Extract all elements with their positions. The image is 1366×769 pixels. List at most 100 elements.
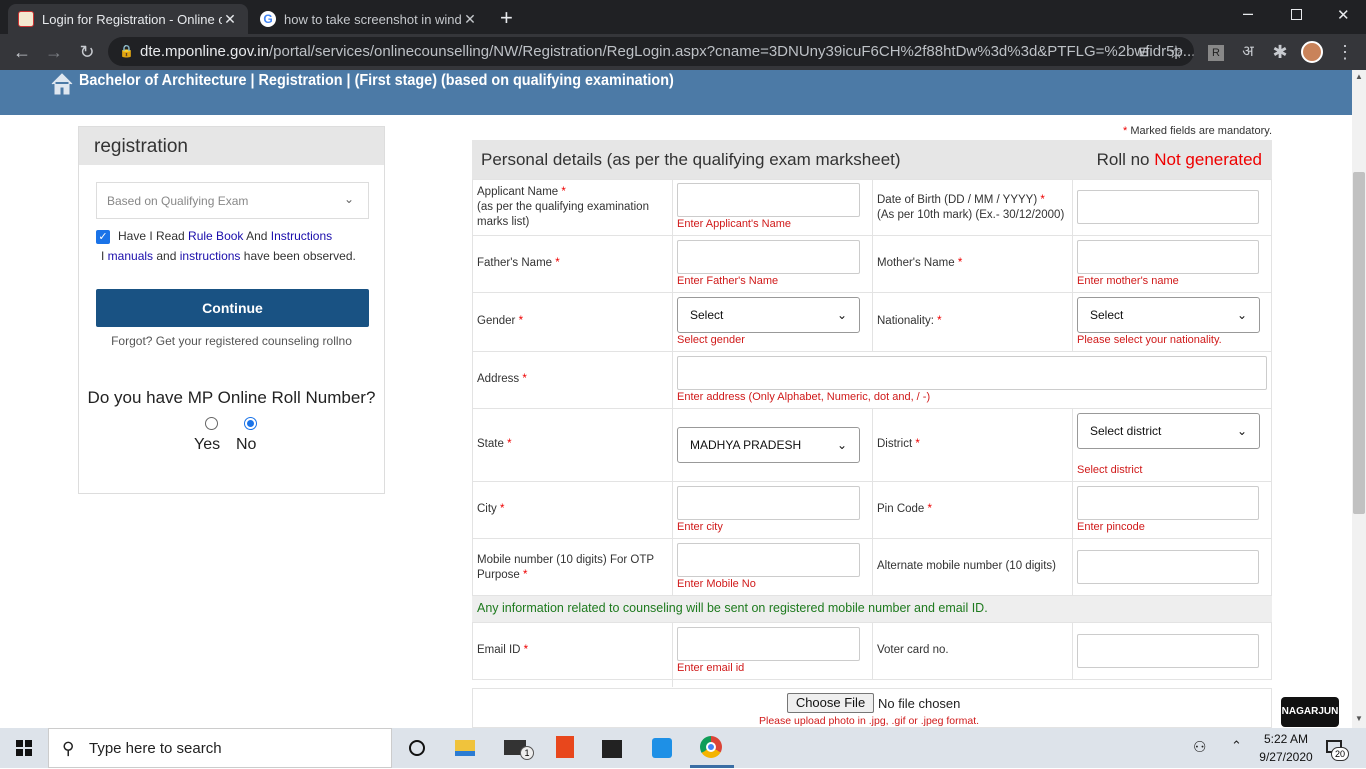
- continue-button[interactable]: Continue: [96, 289, 369, 327]
- row-divider: [472, 351, 1272, 352]
- row-divider: [472, 481, 1272, 482]
- office-icon[interactable]: [553, 736, 577, 760]
- district-label: District *: [877, 438, 920, 450]
- state-value: MADHYA PRADESH: [690, 438, 802, 452]
- forgot-rollno-link[interactable]: Forgot? Get your registered counseling r…: [79, 334, 384, 348]
- email-input[interactable]: [677, 627, 860, 661]
- qualifying-exam-select[interactable]: Based on Qualifying Exam ⌄: [96, 182, 369, 219]
- close-tab-icon[interactable]: ✕: [462, 11, 478, 28]
- mobile-input[interactable]: [677, 543, 860, 577]
- registration-heading: registration: [79, 127, 384, 165]
- menu-kebab-icon[interactable]: ⋮: [1333, 40, 1357, 64]
- applicant-sub: (as per the qualifying examination marks…: [477, 201, 649, 228]
- registration-panel: registration Based on Qualifying Exam ⌄ …: [78, 126, 385, 494]
- profile-avatar[interactable]: [1301, 41, 1323, 63]
- row-divider: [472, 408, 1272, 409]
- store-icon[interactable]: [602, 736, 626, 760]
- email-label: Email ID *: [477, 644, 528, 656]
- scrollbar-thumb[interactable]: [1353, 172, 1365, 514]
- camera-app-icon[interactable]: [652, 736, 676, 760]
- nationality-label: Nationality: *: [877, 315, 942, 327]
- puzzle-extensions-icon[interactable]: ✱: [1268, 40, 1292, 64]
- personal-details-header: Personal details (as per the qualifying …: [472, 140, 1272, 179]
- tray-chevron-up-icon[interactable]: ⌃: [1231, 738, 1242, 754]
- tab-title: Login for Registration - Online of: [42, 11, 222, 27]
- windows-start-icon[interactable]: [16, 740, 32, 756]
- tab-screenshot-search[interactable]: G how to take screenshot in windo ✕: [250, 4, 488, 34]
- applicant-name-label: Applicant Name * (as per the qualifying e…: [477, 185, 667, 230]
- choose-file-button[interactable]: Choose File: [787, 693, 874, 713]
- city-label-text: City: [477, 503, 497, 515]
- scroll-up-arrow-icon[interactable]: ▲: [1355, 72, 1363, 81]
- voter-card-input[interactable]: [1077, 634, 1259, 668]
- city-input[interactable]: [677, 486, 860, 520]
- section-title: Personal details (as per the qualifying …: [481, 150, 901, 169]
- search-icon: ⚲: [62, 739, 75, 758]
- nationality-select[interactable]: Select ⌄: [1077, 297, 1260, 333]
- close-tab-icon[interactable]: ✕: [222, 11, 238, 28]
- translate-icon[interactable]: ⊟: [1132, 40, 1156, 64]
- minimize-window-icon[interactable]: –: [1243, 3, 1253, 24]
- extension-icon[interactable]: R: [1204, 40, 1228, 64]
- dob-label-text: Date of Birth (DD / MM / YYYY): [877, 194, 1038, 206]
- new-tab-icon[interactable]: +: [500, 5, 513, 31]
- required-star: *: [522, 373, 527, 385]
- close-window-icon[interactable]: ✕: [1337, 6, 1350, 24]
- clock[interactable]: 5:22 AM 9/27/2020: [1254, 730, 1318, 766]
- address-label: Address *: [477, 373, 527, 385]
- bookmark-star-icon[interactable]: ☆: [1164, 40, 1188, 64]
- rule-book-link[interactable]: Rule Book: [188, 229, 243, 243]
- required-star: *: [927, 503, 932, 515]
- father-name-input[interactable]: [677, 240, 860, 274]
- yes-radio[interactable]: [205, 417, 218, 430]
- district-select[interactable]: Select district ⌄: [1077, 413, 1260, 449]
- mother-name-input[interactable]: [1077, 240, 1259, 274]
- no-file-chosen-text: No file chosen: [878, 696, 961, 711]
- people-icon[interactable]: ⚇: [1193, 738, 1206, 756]
- taskbar-search-box[interactable]: ⚲ Type here to search: [48, 728, 392, 768]
- address-label-text: Address: [477, 373, 520, 385]
- required-star: *: [957, 257, 963, 269]
- applicant-name-input[interactable]: [677, 183, 860, 217]
- email-error: Enter email id: [677, 662, 745, 674]
- tab-login-registration[interactable]: Login for Registration - Online of ✕: [8, 4, 248, 34]
- cortana-icon[interactable]: [405, 736, 429, 760]
- address-bar[interactable]: 🔒 dte.mponline.gov.in/portal/services/on…: [108, 37, 1194, 66]
- file-explorer-icon[interactable]: [455, 736, 479, 760]
- father-name-error: Enter Father's Name: [677, 275, 779, 287]
- reload-icon[interactable]: ↻: [75, 40, 99, 64]
- home-icon[interactable]: [50, 72, 74, 96]
- pin-code-error: Enter pincode: [1077, 521, 1145, 533]
- col-divider: [1072, 179, 1073, 351]
- address-input[interactable]: [677, 356, 1267, 390]
- dob-label: Date of Birth (DD / MM / YYYY) * (As per …: [877, 193, 1067, 223]
- mail-icon[interactable]: 1: [504, 736, 534, 760]
- manuals-link[interactable]: manuals: [108, 249, 153, 263]
- scroll-down-arrow-icon[interactable]: ▼: [1355, 714, 1363, 723]
- dob-input[interactable]: [1077, 190, 1259, 224]
- agree-checkbox[interactable]: ✓: [96, 230, 110, 244]
- alt-mobile-input[interactable]: [1077, 550, 1259, 584]
- instructions2-link[interactable]: instructions: [180, 249, 241, 263]
- restore-window-icon[interactable]: [1291, 9, 1302, 20]
- url-path: /portal/services/onlinecounselling/NW/Re…: [268, 43, 1194, 60]
- col-divider: [872, 408, 873, 596]
- gender-select[interactable]: Select ⌄: [677, 297, 860, 333]
- back-icon[interactable]: ←: [10, 40, 34, 64]
- instructions-link[interactable]: Instructions: [271, 229, 332, 243]
- chrome-icon[interactable]: [700, 736, 724, 760]
- col-divider: [672, 622, 673, 687]
- no-radio[interactable]: [244, 417, 257, 430]
- state-label: State *: [477, 438, 512, 450]
- pin-code-input[interactable]: [1077, 486, 1259, 520]
- nationality-value: Select: [1090, 308, 1124, 322]
- state-select[interactable]: MADHYA PRADESH ⌄: [677, 427, 860, 463]
- forward-icon[interactable]: →: [42, 40, 66, 64]
- required-star: *: [507, 438, 512, 450]
- required-star: *: [561, 186, 566, 198]
- hindi-extension-icon[interactable]: अ: [1236, 40, 1260, 64]
- search-placeholder: Type here to search: [89, 740, 222, 757]
- required-star: *: [937, 315, 942, 327]
- required-star: *: [1040, 194, 1045, 206]
- district-label-text: District: [877, 438, 913, 450]
